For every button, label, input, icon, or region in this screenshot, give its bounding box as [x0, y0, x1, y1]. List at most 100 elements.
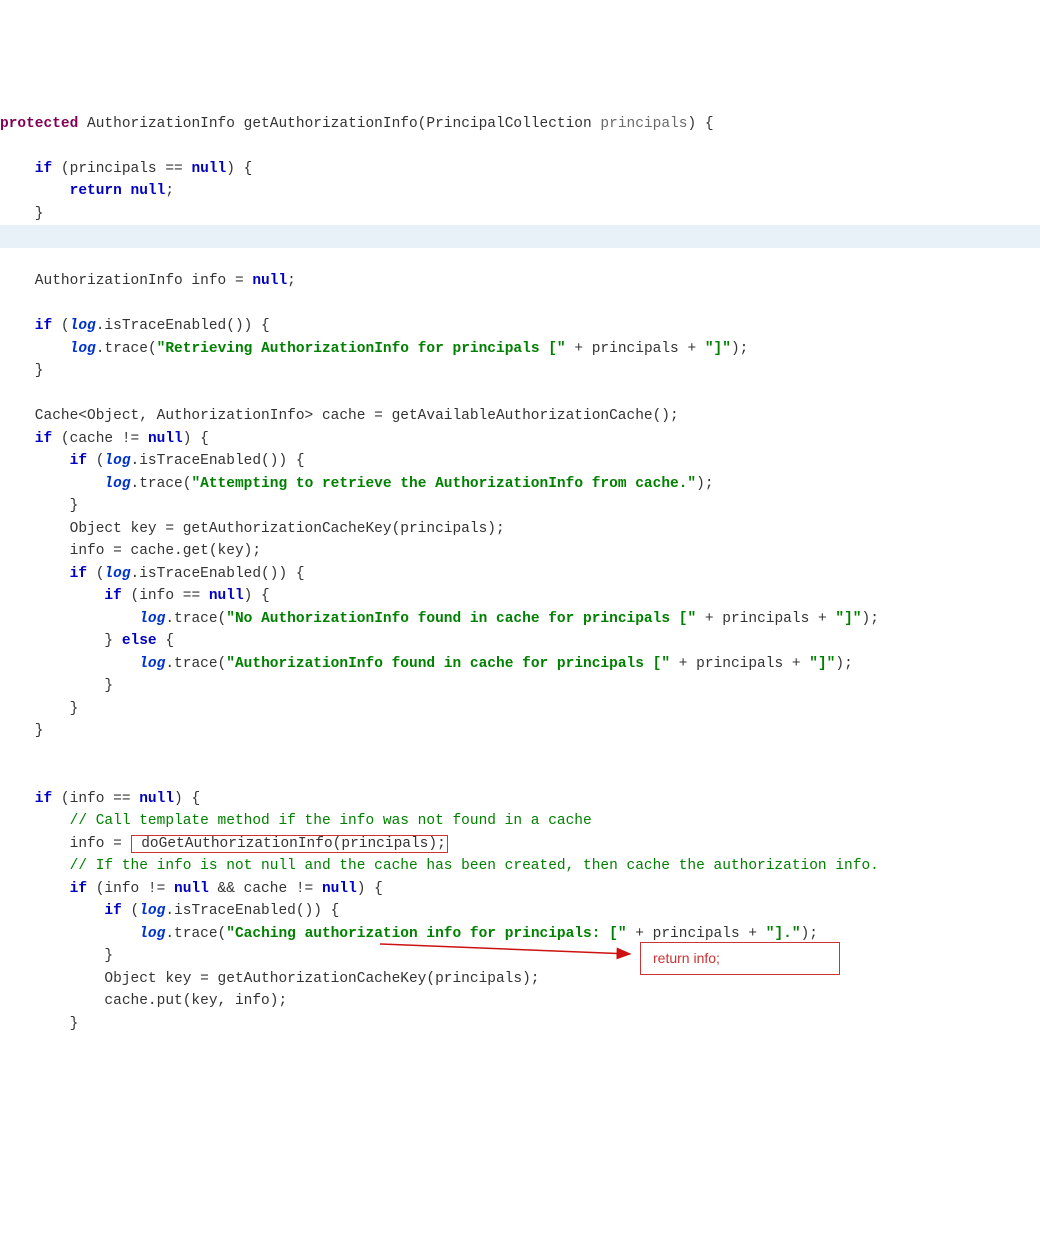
line: if (cache != null) { — [0, 431, 209, 447]
line: if (log.isTraceEnabled()) { — [0, 903, 339, 919]
t: } — [0, 633, 122, 649]
t: ); — [731, 341, 748, 357]
t: ) { — [357, 881, 383, 897]
line: log.trace("No AuthorizationInfo found in… — [0, 611, 879, 627]
str: "]" — [809, 656, 835, 672]
t: .trace( — [165, 656, 226, 672]
kw-null: null — [322, 881, 357, 897]
line: AuthorizationInfo info = null; — [0, 273, 296, 289]
t: ) { — [226, 161, 252, 177]
kw-null: null — [191, 161, 226, 177]
t: + principals + — [627, 926, 766, 942]
t: AuthorizationInfo getAuthorizationInfo(P… — [78, 116, 600, 132]
kw-if: if — [0, 588, 122, 604]
line: log.trace("AuthorizationInfo found in ca… — [0, 656, 853, 672]
t: (principals == — [52, 161, 191, 177]
str: "]" — [835, 611, 861, 627]
log: log — [104, 476, 130, 492]
t — [0, 341, 70, 357]
line: if (log.isTraceEnabled()) { — [0, 453, 305, 469]
line: log.trace("Attempting to retrieve the Au… — [0, 476, 714, 492]
t: .isTraceEnabled()) { — [131, 453, 305, 469]
str: "Attempting to retrieve the Authorizatio… — [191, 476, 696, 492]
t — [0, 926, 139, 942]
annotation-return-info: return info; — [640, 942, 840, 975]
t: ) { — [244, 588, 270, 604]
t: .trace( — [165, 611, 226, 627]
kw-protected: protected — [0, 116, 78, 132]
kw-return-null: return null — [0, 183, 165, 199]
t: ); — [801, 926, 818, 942]
kw-if: if — [0, 791, 52, 807]
str: "Retrieving AuthorizationInfo for princi… — [157, 341, 566, 357]
kw-null: null — [148, 431, 183, 447]
str: "]" — [705, 341, 731, 357]
code-block: protected AuthorizationInfo getAuthoriza… — [0, 90, 1040, 1148]
line: Object key = getAuthorizationCacheKey(pr… — [0, 521, 505, 537]
line: protected AuthorizationInfo getAuthoriza… — [0, 116, 714, 132]
line: Cache<Object, AuthorizationInfo> cache =… — [0, 408, 679, 424]
log: log — [70, 341, 96, 357]
line: } — [0, 363, 44, 379]
log: log — [70, 318, 96, 334]
kw-if: if — [0, 318, 52, 334]
kw-null: null — [209, 588, 244, 604]
t: ( — [87, 566, 104, 582]
t: .isTraceEnabled()) { — [165, 903, 339, 919]
t: ); — [696, 476, 713, 492]
t: ) { — [183, 431, 209, 447]
t: ) { — [174, 791, 200, 807]
line: if (log.isTraceEnabled()) { — [0, 318, 270, 334]
log: log — [139, 656, 165, 672]
line: } — [0, 498, 78, 514]
t: (info == — [52, 791, 139, 807]
line: Object key = getAuthorizationCacheKey(pr… — [0, 971, 540, 987]
line: } else { — [0, 633, 174, 649]
t: ; — [165, 183, 174, 199]
t: ( — [52, 318, 69, 334]
t: .isTraceEnabled()) { — [131, 566, 305, 582]
t: && cache != — [209, 881, 322, 897]
highlighted-call: doGetAuthorizationInfo(principals); — [131, 835, 448, 853]
t: (info != — [87, 881, 174, 897]
kw-else: else — [122, 633, 157, 649]
line: if (info != null && cache != null) { — [0, 881, 383, 897]
line: } — [0, 948, 113, 964]
t — [0, 476, 104, 492]
kw-if: if — [0, 453, 87, 469]
kw-if: if — [0, 881, 87, 897]
log: log — [139, 903, 165, 919]
line: cache.put(key, info); — [0, 993, 287, 1009]
line: // If the info is not null and the cache… — [0, 858, 879, 874]
line: info = cache.get(key); — [0, 543, 261, 559]
kw-if: if — [0, 566, 87, 582]
line: if (principals == null) { — [0, 161, 252, 177]
line: log.trace("Caching authorization info fo… — [0, 926, 818, 942]
t: ); — [862, 611, 879, 627]
t: ( — [122, 903, 139, 919]
log: log — [104, 566, 130, 582]
t: .trace( — [96, 341, 157, 357]
comment: // Call template method if the info was … — [0, 813, 592, 829]
str: "Caching authorization info for principa… — [226, 926, 626, 942]
line: info = doGetAuthorizationInfo(principals… — [0, 835, 448, 853]
kw-if: if — [0, 161, 52, 177]
t: (info == — [122, 588, 209, 604]
t: .trace( — [165, 926, 226, 942]
line: // Call template method if the info was … — [0, 813, 592, 829]
kw-if: if — [0, 903, 122, 919]
t: ( — [87, 453, 104, 469]
comment: // If the info is not null and the cache… — [0, 858, 879, 874]
line: } — [0, 1016, 78, 1032]
line: log.trace("Retrieving AuthorizationInfo … — [0, 341, 748, 357]
t: AuthorizationInfo info = — [0, 273, 252, 289]
t: (cache != — [52, 431, 148, 447]
line: } — [0, 701, 78, 717]
t: ; — [287, 273, 296, 289]
line: } — [0, 723, 44, 739]
t: + principals + — [670, 656, 809, 672]
log: log — [104, 453, 130, 469]
line: if (info == null) { — [0, 588, 270, 604]
param: principals — [600, 116, 687, 132]
kw-null: null — [252, 273, 287, 289]
